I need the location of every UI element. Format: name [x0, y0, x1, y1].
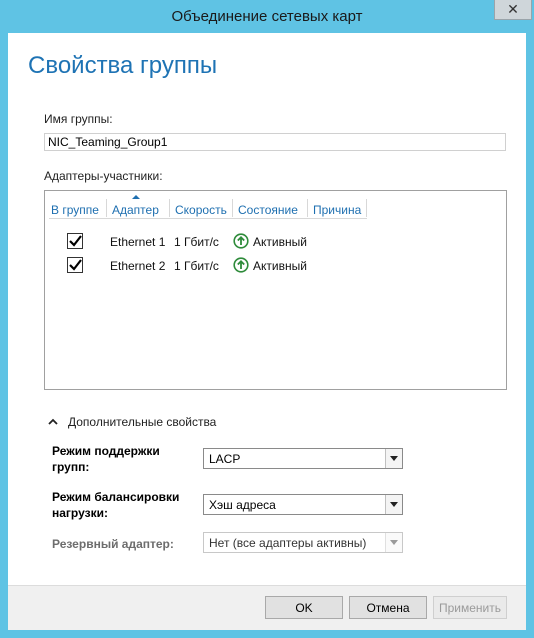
ok-button[interactable]: OK [265, 596, 343, 619]
window-frame-bottom [0, 630, 534, 638]
load-balancing-value: Хэш адреса [209, 498, 276, 512]
dropdown-button [385, 533, 402, 552]
adapter-name: Ethernet 2 [110, 259, 166, 273]
column-header-in-team[interactable]: В группе [51, 203, 99, 217]
standby-adapter-value: Нет (все адаптеры активны) [209, 536, 367, 550]
close-icon: ✕ [507, 1, 519, 17]
member-adapters-label: Адаптеры-участники: [44, 169, 163, 183]
header-underline [49, 218, 367, 219]
teaming-mode-value: LACP [209, 452, 241, 466]
close-button[interactable]: ✕ [494, 0, 532, 20]
chevron-down-icon [390, 540, 398, 545]
column-divider [169, 199, 170, 217]
active-status-icon [233, 257, 249, 273]
load-balancing-label: Режим балансировки нагрузки: [52, 489, 179, 521]
additional-properties-toggle[interactable]: Дополнительные свойства [48, 415, 216, 429]
chevron-up-icon [48, 418, 58, 425]
group-name-label: Имя группы: [44, 112, 113, 126]
checkmark-icon [68, 235, 82, 247]
load-balancing-label-line2: нагрузки: [52, 506, 108, 520]
column-divider [366, 199, 367, 217]
title-bar: Объединение сетевых карт ✕ [0, 0, 534, 33]
column-header-reason[interactable]: Причина [313, 203, 361, 217]
table-row[interactable]: Ethernet 2 1 Гбит/с Активный [45, 254, 505, 276]
load-balancing-label-line1: Режим балансировки [52, 490, 180, 504]
adapter-status: Активный [253, 259, 307, 273]
in-team-checkbox[interactable] [67, 233, 83, 249]
standby-adapter-label: Резервный адаптер: [52, 537, 174, 551]
table-row[interactable]: Ethernet 1 1 Гбит/с Активный [45, 230, 505, 252]
adapter-name: Ethernet 1 [110, 235, 166, 249]
teaming-mode-label: Режим поддержки групп: [52, 443, 160, 475]
teaming-mode-label-line2: групп: [52, 460, 90, 474]
column-divider [106, 199, 107, 217]
additional-properties-label: Дополнительные свойства [68, 415, 217, 429]
window-frame-right [526, 33, 534, 638]
window-title: Объединение сетевых карт [171, 8, 363, 25]
adapter-status: Активный [253, 235, 307, 249]
teaming-mode-label-line1: Режим поддержки [52, 444, 160, 458]
cancel-button[interactable]: Отмена [349, 596, 427, 619]
in-team-checkbox[interactable] [67, 257, 83, 273]
column-divider [232, 199, 233, 217]
chevron-down-icon [390, 502, 398, 507]
dialog-footer: OK Отмена Применить [8, 585, 526, 630]
window-frame-left [0, 33, 8, 638]
dropdown-button[interactable] [385, 495, 402, 514]
column-header-adapter[interactable]: Адаптер [112, 203, 159, 217]
load-balancing-select[interactable]: Хэш адреса [203, 494, 403, 515]
member-adapters-list[interactable]: В группе Адаптер Скорость Состояние Прич… [44, 190, 507, 390]
column-header-speed[interactable]: Скорость [175, 203, 227, 217]
apply-button: Применить [433, 596, 507, 619]
adapter-speed: 1 Гбит/с [174, 235, 219, 249]
adapter-speed: 1 Гбит/с [174, 259, 219, 273]
page-title: Свойства группы [28, 52, 218, 79]
column-divider [307, 199, 308, 217]
standby-adapter-select: Нет (все адаптеры активны) [203, 532, 403, 553]
group-name-input[interactable] [44, 133, 506, 151]
sort-ascending-icon [132, 195, 140, 199]
checkmark-icon [68, 259, 82, 271]
dropdown-button[interactable] [385, 449, 402, 468]
column-header-status[interactable]: Состояние [238, 203, 298, 217]
teaming-mode-select[interactable]: LACP [203, 448, 403, 469]
active-status-icon [233, 233, 249, 249]
chevron-down-icon [390, 456, 398, 461]
